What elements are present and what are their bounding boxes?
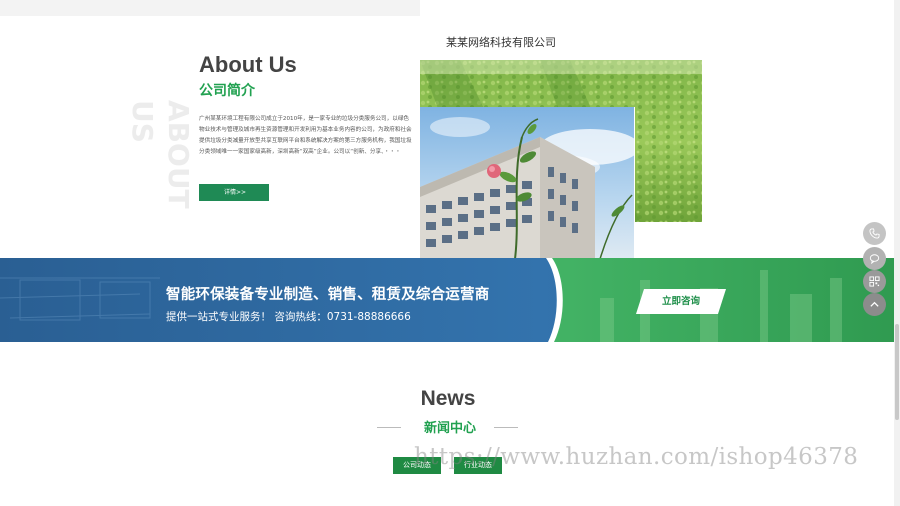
banner-subtitle: 提供一站式专业服务！ 咨询热线：0731-88886666 [166, 311, 411, 323]
detail-button[interactable]: 详情>> [199, 184, 269, 201]
scrollbar[interactable] [894, 0, 900, 506]
url-watermark: https://www.huzhan.com/ishop46378 [414, 444, 859, 470]
promo-banner: 智能环保装备专业制造、销售、租赁及综合运营商 提供一站式专业服务！ 咨询热线：0… [0, 258, 900, 342]
about-title: About Us [199, 52, 297, 77]
company-name: 某某网络科技有限公司 [446, 36, 556, 49]
qrcode-icon [869, 276, 880, 287]
news-divider-right [494, 427, 518, 428]
banner-title: 智能环保装备专业制造、销售、租赁及综合运营商 [166, 287, 490, 303]
photo-gap [635, 222, 702, 258]
about-vertical-watermark: ABOUT US [126, 100, 195, 209]
phone-button[interactable] [863, 222, 886, 245]
consult-button[interactable]: 立即咨询 [636, 289, 726, 314]
news-title-text: News [420, 387, 476, 410]
building-photo [420, 107, 635, 259]
about-subtitle: 公司简介 [199, 83, 255, 99]
top-strip [0, 0, 420, 16]
back-to-top-icon [870, 301, 879, 307]
qrcode-button[interactable] [863, 270, 886, 293]
news-title: News [0, 387, 900, 411]
page: ABOUT US About Us 公司简介 广州某某环境工程有限公司成立于20… [0, 0, 900, 506]
chat-button[interactable] [863, 247, 886, 270]
consult-button-label: 立即咨询 [661, 296, 700, 307]
scrollbar-thumb[interactable] [895, 324, 899, 420]
chat-icon [869, 254, 880, 264]
back-to-top-button[interactable] [863, 293, 886, 316]
news-subtitle: 新闻中心 [423, 421, 476, 436]
phone-icon [869, 228, 880, 239]
about-description: 广州某某环境工程有限公司成立于2010年，是一家专业的垃圾分类服务公司，以绿色物… [199, 116, 412, 155]
